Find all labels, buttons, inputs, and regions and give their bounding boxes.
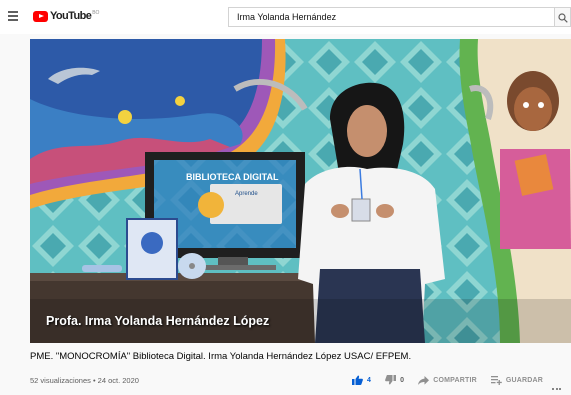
save-button[interactable]: GUARDAR xyxy=(490,375,544,385)
search-button[interactable] xyxy=(554,7,571,27)
video-overlay-caption: Profa. Irma Yolanda Hernández López xyxy=(46,314,270,328)
video-player[interactable]: BIBLIOTECA DIGITAL Aprende Profa. Irma Y… xyxy=(30,39,571,343)
action-bar: 4 0 COMPARTIR GUARDAR xyxy=(352,373,557,387)
search-icon xyxy=(558,13,568,23)
like-button[interactable]: 4 xyxy=(352,375,371,385)
more-actions-icon[interactable] xyxy=(552,377,563,395)
dislike-count: 0 xyxy=(400,376,405,384)
thumb-down-icon xyxy=(385,375,397,385)
share-icon xyxy=(418,375,430,385)
hamburger-menu-icon[interactable] xyxy=(8,11,18,21)
save-label: GUARDAR xyxy=(505,376,544,384)
video-title: PME. "MONOCROMÍA" Biblioteca Digital. Ir… xyxy=(30,351,412,362)
like-count: 4 xyxy=(367,376,372,384)
thumb-up-icon xyxy=(352,375,363,385)
youtube-logo[interactable]: YouTube BO xyxy=(33,10,99,23)
tv-screen-sub: Aprende xyxy=(235,191,258,197)
logo-region: BO xyxy=(92,10,100,16)
video-meta: 52 visualizaciones • 24 oct. 2020 xyxy=(30,376,139,385)
search-input[interactable]: Irma Yolanda Hernández xyxy=(228,7,554,27)
logo-text: YouTube xyxy=(50,10,92,22)
tv-screen-title: BIBLIOTECA DIGITAL xyxy=(186,172,279,182)
video-frame: BIBLIOTECA DIGITAL Aprende xyxy=(30,39,571,343)
share-label: COMPARTIR xyxy=(433,376,477,384)
playlist-add-icon xyxy=(490,375,502,385)
dislike-button[interactable]: 0 xyxy=(385,375,404,385)
top-bar: YouTube BO Irma Yolanda Hernández xyxy=(0,0,571,34)
share-button[interactable]: COMPARTIR xyxy=(418,375,477,385)
play-logo-icon xyxy=(33,11,48,22)
